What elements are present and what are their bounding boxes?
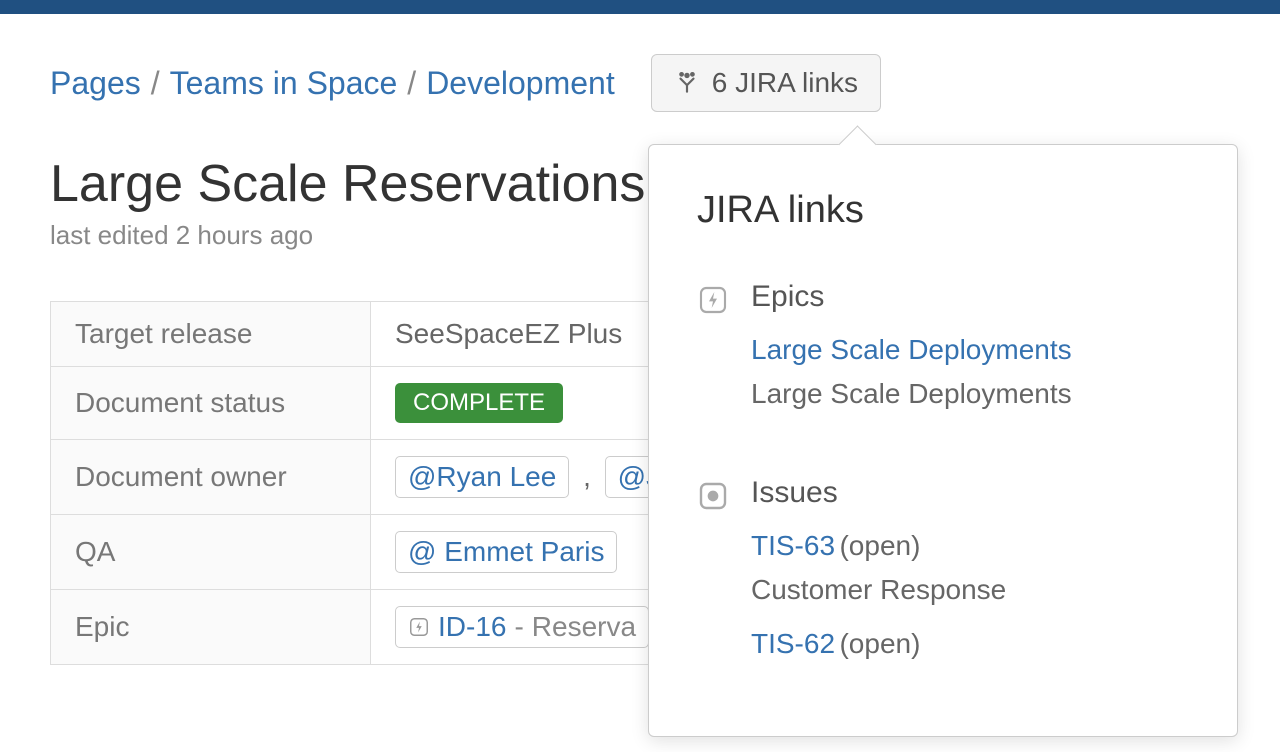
qa-label: QA [51,515,371,590]
epic-sub-text: Large Scale Deployments [751,378,1189,410]
epics-heading: Epics [751,280,1189,314]
popover-issues-section: Issues TIS-63 (open) Customer Response T… [697,476,1189,670]
status-badge: COMPLETE [395,383,563,423]
epic-link-large-scale-deployments[interactable]: Large Scale Deployments [751,334,1072,365]
breadcrumb-separator: / [407,65,416,102]
breadcrumb-link-pages[interactable]: Pages [50,65,141,102]
jira-links-button-label: 6 JIRA links [712,67,858,99]
issue-sub-text: Customer Response [751,574,1189,606]
document-owner-label: Document owner [51,440,371,515]
popover-epics-section: Epics Large Scale Deployments Large Scal… [697,280,1189,438]
issue-section-icon [697,476,733,670]
issues-heading: Issues [751,476,1189,510]
breadcrumb: Pages / Teams in Space / Development [50,65,615,102]
epic-id: ID-16 [438,611,506,643]
popover-title: JIRA links [697,189,1189,232]
document-status-label: Document status [51,367,371,440]
issue-row: TIS-63 (open) [751,530,1189,562]
issue-link-tis-62[interactable]: TIS-62 [751,628,835,659]
epic-label: Epic [51,590,371,665]
epic-separator: - [514,611,523,643]
jira-icon [674,70,700,96]
bolt-icon [408,616,430,638]
target-release-label: Target release [51,302,371,367]
top-nav-bar [0,0,1280,14]
breadcrumb-link-teams-in-space[interactable]: Teams in Space [170,65,398,102]
breadcrumb-separator: / [151,65,160,102]
epic-section-icon [697,280,733,438]
mention-emmet-paris[interactable]: @ Emmet Paris [395,531,617,573]
jira-links-button[interactable]: 6 JIRA links [651,54,881,112]
issue-link-tis-63[interactable]: TIS-63 [751,530,835,561]
issue-status-text: (open) [839,530,920,561]
mention-separator: , [583,461,591,492]
epic-desc: Reserva [532,611,636,643]
jira-links-popover: JIRA links Epics Large Scale Deployments… [648,144,1238,737]
issue-row: TIS-62 (open) [751,628,1189,660]
issue-status-text: (open) [839,628,920,659]
breadcrumb-link-development[interactable]: Development [426,65,615,102]
mention-ryan-lee[interactable]: @Ryan Lee [395,456,569,498]
epic-chip[interactable]: ID-16 - Reserva [395,606,649,648]
